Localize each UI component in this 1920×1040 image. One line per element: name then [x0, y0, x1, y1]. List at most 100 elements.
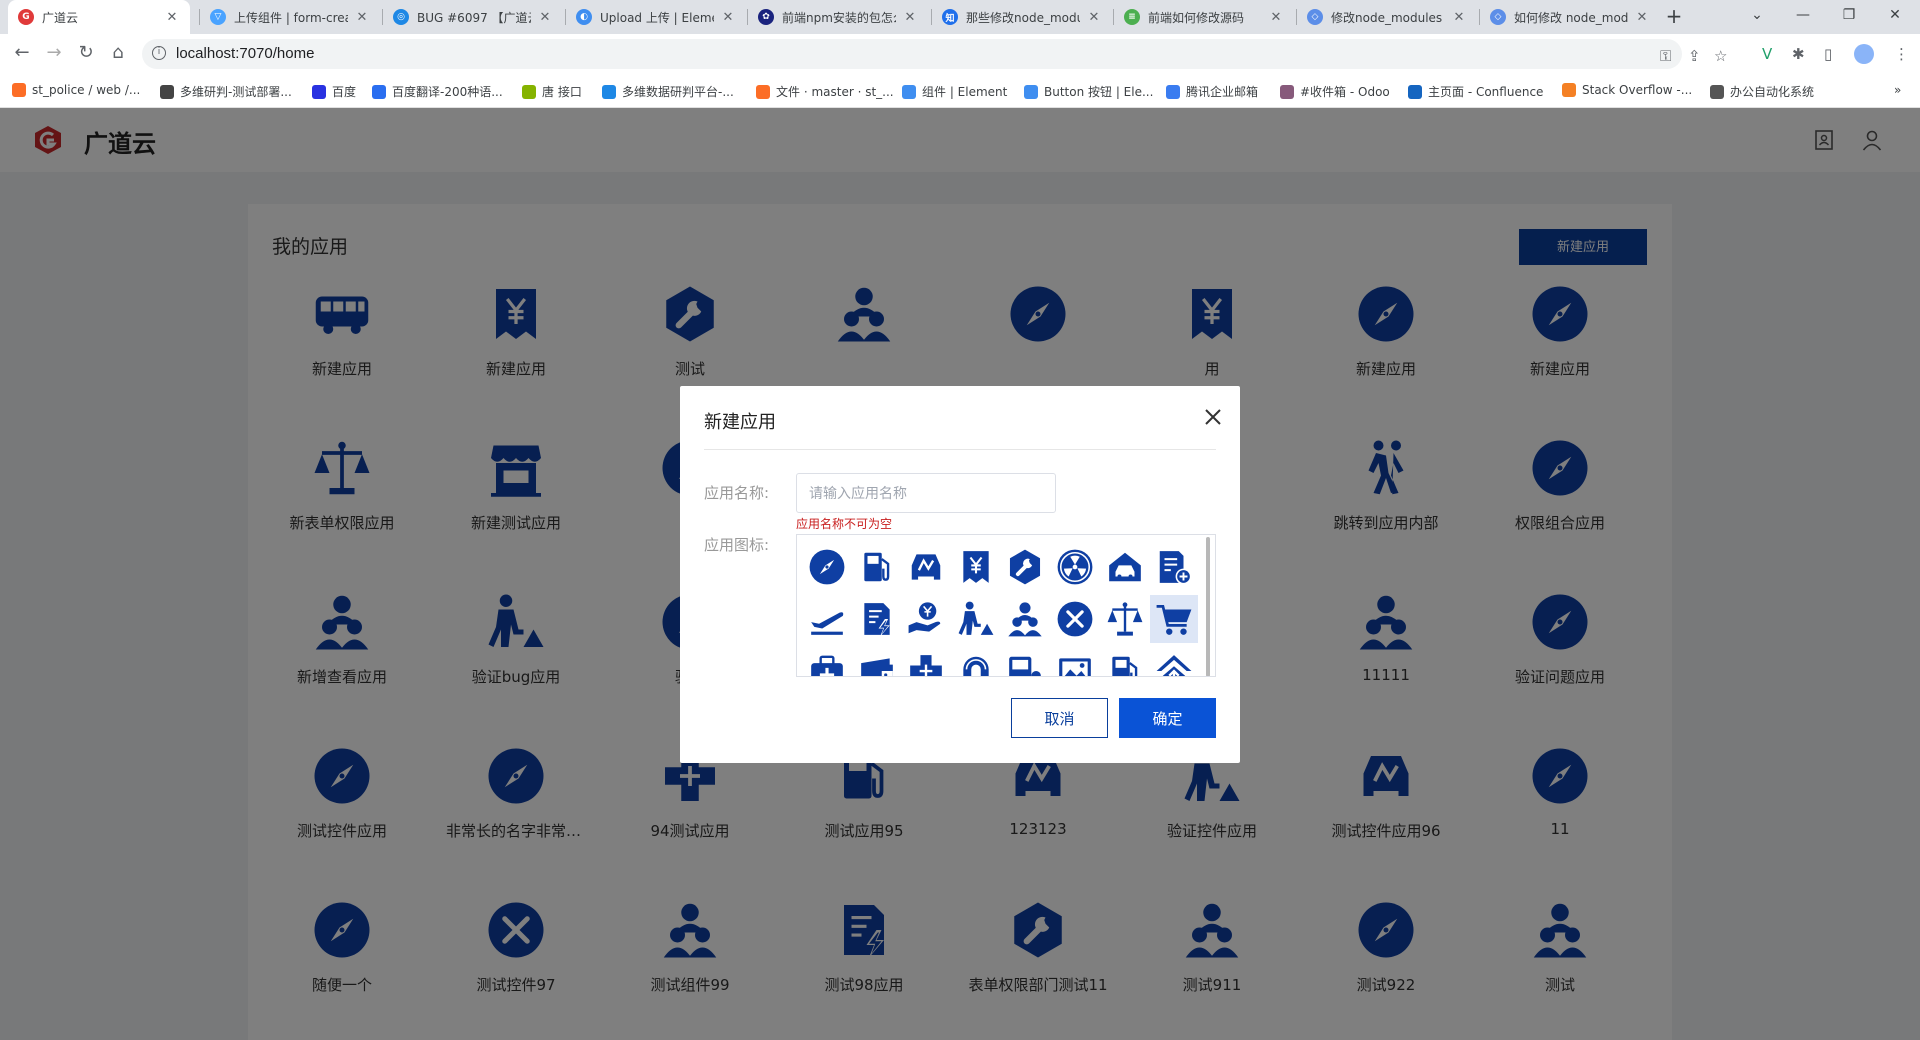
reload-icon[interactable]: ↻: [72, 40, 100, 68]
fuel-icon[interactable]: [1101, 647, 1149, 676]
address-bar[interactable]: i localhost:7070/home ⚿ ⇪ ☆: [142, 39, 1727, 69]
radiation-icon[interactable]: [1051, 543, 1099, 591]
tab-title: Upload 上传 | Elemen: [600, 10, 714, 25]
home-icon[interactable]: ⌂: [104, 40, 132, 68]
address-url[interactable]: localhost:7070/home: [176, 45, 314, 62]
plane-icon[interactable]: [803, 595, 851, 643]
doc-bolt-icon[interactable]: [853, 595, 901, 643]
wallet-icon[interactable]: [853, 647, 901, 676]
group-icon[interactable]: [1001, 595, 1049, 643]
scale-icon[interactable]: [1101, 595, 1149, 643]
bookmark-item[interactable]: st_police / web /...: [12, 83, 140, 97]
bookmark-favicon-icon: [902, 84, 916, 99]
tab-separator: [1296, 9, 1297, 25]
picture-icon[interactable]: [1051, 647, 1099, 676]
browser-tab[interactable]: ◎ BUG #6097 【广道云 ✕: [383, 0, 563, 34]
tab-favicon-icon: ▽: [210, 9, 226, 25]
browser-tab[interactable]: ✿ 前端npm安装的包怎么 ✕: [748, 0, 928, 34]
bookmark-item[interactable]: 主页面 - Confluence: [1408, 83, 1543, 100]
share-icon[interactable]: ⇪: [1688, 47, 1701, 65]
new-tab-button[interactable]: +: [1660, 0, 1688, 34]
key-icon[interactable]: ⚿: [1660, 47, 1671, 65]
bookmark-label: 主页面 - Confluence: [1428, 85, 1544, 99]
close-icon[interactable]: [1202, 406, 1224, 428]
tab-favicon-icon: ◐: [576, 9, 592, 25]
bookmark-item[interactable]: 腾讯企业邮箱: [1166, 83, 1258, 100]
icon-picker-scroll-thumb[interactable]: [1206, 537, 1210, 676]
bookmark-favicon-icon: [372, 84, 386, 99]
compass-icon[interactable]: [803, 543, 851, 591]
icon-picker-scrollbar[interactable]: [1201, 535, 1215, 676]
close-window-button[interactable]: ✕: [1872, 0, 1918, 34]
bookmark-item[interactable]: 唐 接口: [522, 83, 582, 100]
browser-tab[interactable]: G 广道云 ✕: [8, 0, 190, 34]
bookmark-star-icon[interactable]: ☆: [1714, 47, 1727, 65]
site-info-icon[interactable]: i: [152, 46, 166, 60]
house-car-icon[interactable]: [1101, 543, 1149, 591]
medical-cross-icon[interactable]: [902, 647, 950, 676]
tab-close-icon[interactable]: ✕: [1451, 10, 1467, 25]
cancel-button[interactable]: 取消: [1011, 698, 1108, 738]
tab-title: 修改node_modules: [1331, 10, 1443, 25]
minimize-button[interactable]: —: [1780, 0, 1826, 34]
bookmark-favicon-icon: [160, 84, 174, 99]
bookmark-item[interactable]: 组件 | Element: [902, 83, 1007, 100]
magnet-icon[interactable]: [952, 647, 1000, 676]
bookmark-item[interactable]: 办公自动化系统: [1710, 83, 1814, 100]
app-name-input[interactable]: [796, 473, 1056, 513]
icon-picker[interactable]: [796, 534, 1216, 677]
tab-close-icon[interactable]: ✕: [354, 10, 370, 25]
profile-avatar[interactable]: [1854, 44, 1874, 64]
tab-close-icon[interactable]: ✕: [164, 10, 180, 25]
vue-devtools-icon[interactable]: V: [1762, 45, 1772, 63]
bookmark-item[interactable]: 多维数据研判平台-...: [602, 83, 734, 100]
yen-hand-icon[interactable]: [902, 595, 950, 643]
browser-tab[interactable]: ◇ 如何修改 node_modu ✕: [1480, 0, 1660, 34]
tab-close-icon[interactable]: ✕: [537, 10, 553, 25]
bookmark-favicon-icon: [1710, 84, 1724, 99]
browser-tab[interactable]: 知那些修改node_modu ✕: [932, 0, 1112, 34]
browser-tab[interactable]: ◇ 修改node_modules ✕: [1297, 0, 1477, 34]
bookmark-item[interactable]: Button 按钮 | Ele...: [1024, 83, 1153, 100]
yen-receipt-icon[interactable]: [952, 543, 1000, 591]
tab-close-icon[interactable]: ✕: [902, 10, 918, 25]
browser-tab[interactable]: ▽ 上传组件 | form-crea ✕: [200, 0, 380, 34]
bookmark-item[interactable]: 百度翻译-200种语...: [372, 83, 503, 100]
extensions-icon[interactable]: ✱: [1792, 45, 1805, 63]
car-trend-icon[interactable]: [902, 543, 950, 591]
bookmark-item[interactable]: Stack Overflow -...: [1562, 83, 1692, 97]
medkit-icon[interactable]: [803, 647, 851, 676]
fuel-icon[interactable]: [853, 543, 901, 591]
tab-title: 前端如何修改源码: [1148, 10, 1245, 25]
house-up-icon[interactable]: [1150, 647, 1198, 676]
back-icon[interactable]: ←: [8, 40, 36, 68]
tab-close-icon[interactable]: ✕: [1634, 10, 1650, 25]
app-name-label: 应用名称:: [704, 484, 770, 502]
browser-tab-strip: G 广道云 ✕ ▽ 上传组件 | form-crea ✕ ◎ BUG #6097 【广道云 ✕ ◐…: [0, 0, 1920, 34]
browser-tab[interactable]: ◐ Upload 上传 | Elemen ✕: [566, 0, 746, 34]
tab-close-icon[interactable]: ✕: [1268, 10, 1284, 25]
bookmark-favicon-icon: [1408, 84, 1422, 99]
side-panel-icon[interactable]: ▯: [1824, 45, 1832, 63]
worker-icon[interactable]: [952, 595, 1000, 643]
bookmarks-overflow-icon[interactable]: »: [1894, 83, 1901, 97]
forward-icon[interactable]: →: [40, 40, 68, 68]
bookmark-label: 唐 接口: [542, 85, 582, 99]
tab-search-chevron-icon[interactable]: ⌄: [1734, 0, 1780, 34]
doc-add-icon[interactable]: [1150, 543, 1198, 591]
bookmark-item[interactable]: 百度: [312, 83, 356, 100]
utensils-icon[interactable]: [1051, 595, 1099, 643]
browser-tab[interactable]: ≡ 前端如何修改源码 ✕: [1114, 0, 1294, 34]
bookmark-label: 文件 · master · st_...: [776, 85, 894, 99]
bookmark-item[interactable]: #收件箱 - Odoo: [1280, 83, 1390, 100]
cart-icon[interactable]: [1150, 595, 1199, 643]
confirm-button[interactable]: 确定: [1119, 698, 1216, 738]
bookmark-item[interactable]: 多维研判-测试部署...: [160, 83, 292, 100]
tab-close-icon[interactable]: ✕: [1086, 10, 1102, 25]
bookmark-item[interactable]: 文件 · master · st_...: [756, 83, 894, 100]
restore-button[interactable]: ❐: [1826, 0, 1872, 34]
wrench-hex-icon[interactable]: [1001, 543, 1049, 591]
menu-kebab-icon[interactable]: ⋮: [1894, 45, 1909, 63]
bus-person-icon[interactable]: [1001, 647, 1049, 676]
tab-close-icon[interactable]: ✕: [720, 10, 736, 25]
